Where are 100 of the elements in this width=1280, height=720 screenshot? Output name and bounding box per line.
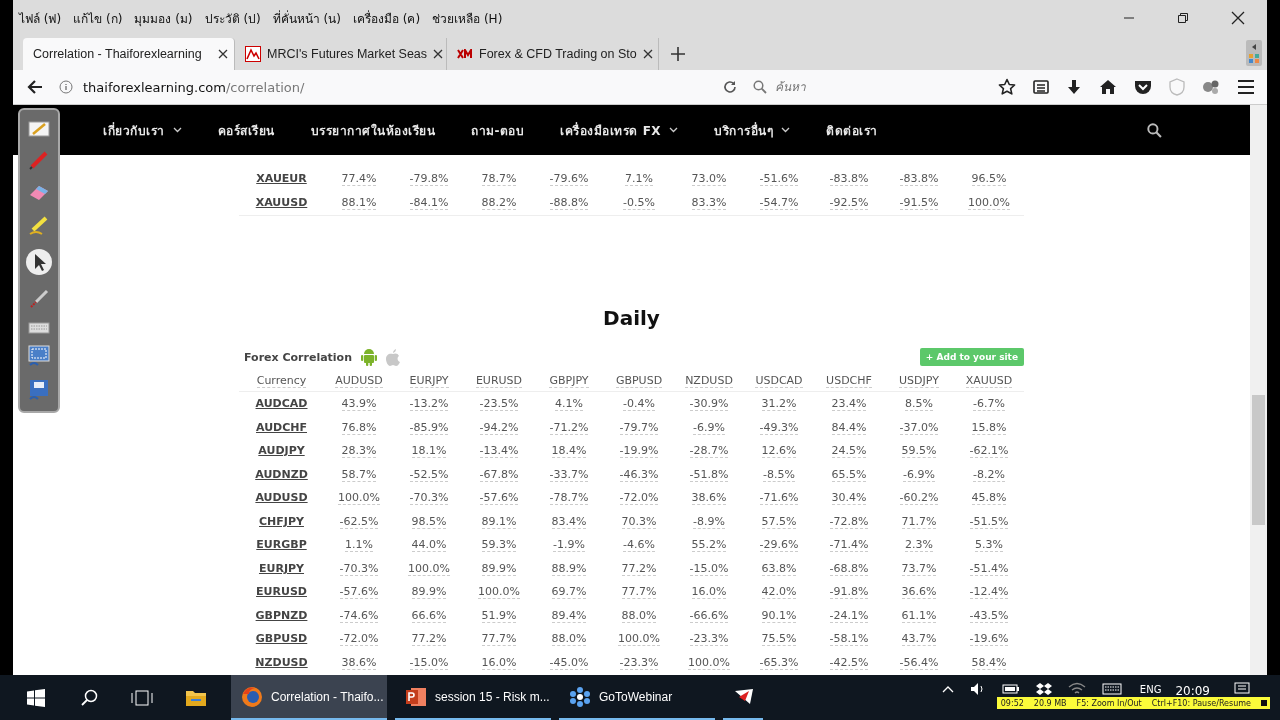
keyboard-icon[interactable] — [28, 321, 50, 334]
currency-pair-link[interactable]: GBPNZD — [255, 608, 308, 622]
menu-icon[interactable] — [1237, 79, 1255, 95]
currency-pair-link[interactable]: AUDCAD — [255, 397, 308, 411]
currency-pair-link[interactable]: XAUEUR — [256, 171, 307, 185]
correlation-value: 12.6% — [761, 444, 797, 459]
scrollbar-thumb[interactable] — [1252, 395, 1265, 525]
correlation-value: -6.9% — [693, 420, 725, 435]
correlation-value: -52.5% — [409, 467, 449, 482]
correlation-value: 18.4% — [551, 444, 587, 459]
correlation-value: -19.6% — [969, 632, 1009, 647]
nav-link[interactable]: ติดต่อเรา — [826, 120, 878, 140]
folder-icon[interactable] — [185, 688, 207, 707]
windows-icon[interactable] — [27, 688, 45, 707]
pocket-icon[interactable] — [1134, 79, 1152, 95]
url-field[interactable]: thaiforexlearning.com/correlation/ — [83, 79, 723, 95]
currency-pair-link[interactable]: GBPUSD — [255, 632, 308, 646]
battery-icon[interactable] — [1001, 683, 1020, 695]
sidebar-icon[interactable] — [1246, 40, 1262, 66]
speaker-icon[interactable] — [969, 682, 986, 696]
correlation-value: 88.0% — [621, 608, 657, 623]
correlation-value: 5.3% — [975, 538, 1003, 553]
home-icon[interactable] — [1099, 79, 1117, 95]
menu-item[interactable]: ช่วยเหลือ (H) — [432, 8, 503, 28]
notification-icon[interactable] — [1234, 682, 1250, 696]
reload-icon[interactable] — [723, 80, 737, 94]
back-icon[interactable] — [27, 80, 43, 94]
clock[interactable]: 20:09 — [1175, 683, 1210, 698]
correlation-value: -72.8% — [829, 514, 869, 529]
task-view-icon[interactable] — [131, 689, 153, 706]
recorder-status-text: 20.9 MB — [1033, 698, 1067, 708]
paper-plane-icon[interactable] — [733, 687, 755, 706]
star-icon[interactable] — [998, 78, 1016, 96]
correlation-value: -83.8% — [829, 171, 869, 186]
correlation-value: 100.0% — [478, 585, 520, 600]
menu-item[interactable]: ไฟล์ (ฟ) — [19, 8, 62, 28]
currency-pair-link[interactable]: AUDUSD — [255, 491, 308, 505]
menu-item[interactable]: ประวัติ (ป) — [204, 8, 261, 28]
currency-pair-link[interactable]: EURUSD — [256, 585, 307, 599]
nav-link[interactable]: บรรยากาศในห้องเรียน — [310, 120, 435, 140]
column-header: NZDUSD — [685, 374, 733, 388]
correlation-value: 43.9% — [341, 397, 377, 412]
language-indicator[interactable]: ENG — [1139, 683, 1162, 695]
nav-link[interactable]: คอร์สเรียน — [217, 120, 275, 140]
taskbar-app[interactable]: session 15 - Risk m... — [395, 675, 551, 720]
correlation-value: 43.7% — [901, 632, 937, 647]
nav-link[interactable]: บริการอื่นๆ — [714, 120, 791, 140]
search-icon[interactable] — [81, 688, 99, 707]
currency-pair-link[interactable]: AUDNZD — [255, 467, 308, 481]
list-icon[interactable] — [1033, 79, 1049, 95]
info-icon[interactable] — [59, 80, 73, 94]
nav-link[interactable]: เกี่ยวกับเรา — [103, 120, 182, 140]
correlation-value: 96.5% — [971, 171, 1007, 186]
browser-tab[interactable]: Correlation - Thaiforexlearning — [23, 38, 235, 70]
search-icon[interactable] — [1147, 122, 1162, 138]
close-icon[interactable] — [642, 49, 653, 59]
section-title: Daily — [603, 305, 660, 332]
close-icon[interactable] — [1231, 11, 1245, 25]
scrollbar[interactable] — [1250, 105, 1267, 675]
pointer-icon[interactable] — [25, 248, 53, 277]
correlation-value: -15.0% — [409, 655, 449, 670]
currency-pair-link[interactable]: XAUUSD — [255, 195, 308, 209]
correlation-value: -62.1% — [969, 444, 1009, 459]
new-tab-icon[interactable] — [671, 47, 685, 61]
column-header: Currency — [256, 374, 307, 388]
correlation-value: 16.0% — [691, 585, 727, 600]
correlation-value: -70.3% — [409, 491, 449, 506]
restore-icon[interactable] — [1177, 12, 1189, 24]
save-icon[interactable] — [27, 379, 51, 402]
screen-capture-icon[interactable] — [27, 345, 51, 368]
correlation-value: 100.0% — [408, 561, 450, 576]
correlation-value: -72.0% — [339, 632, 379, 647]
correlation-value: 77.7% — [621, 585, 657, 600]
taskbar-app[interactable]: GoToWebinar — [559, 675, 715, 720]
currency-pair-link[interactable]: EURGBP — [256, 538, 307, 552]
menu-item[interactable]: มุมมอง (ม) — [134, 8, 193, 28]
currency-pair-link[interactable]: AUDJPY — [258, 444, 305, 458]
dropbox-icon[interactable] — [1035, 682, 1052, 696]
search-field[interactable]: ค้นหา — [773, 79, 947, 95]
close-icon[interactable] — [218, 49, 228, 59]
menu-item[interactable]: ที่คั่นหน้า (น) — [272, 8, 341, 28]
close-icon[interactable] — [433, 49, 444, 59]
currency-pair-link[interactable]: CHFJPY — [259, 514, 304, 528]
highlighter-icon[interactable] — [28, 214, 50, 237]
menu-item[interactable]: แก้ไข (ก) — [73, 8, 123, 28]
chevron-up-icon[interactable] — [941, 685, 954, 693]
download-icon[interactable] — [1066, 79, 1082, 95]
correlation-value: 71.7% — [901, 514, 937, 529]
currency-pair-link[interactable]: EURJPY — [258, 561, 304, 575]
extension-icon[interactable] — [1202, 79, 1220, 95]
correlation-value: -71.4% — [829, 538, 869, 553]
correlation-value: 89.1% — [481, 514, 517, 529]
currency-pair-link[interactable]: AUDCHF — [256, 420, 307, 434]
nav-link[interactable]: ถาม-ตอบ — [471, 120, 525, 140]
nav-link[interactable]: เครื่องมือเทรด FX — [560, 120, 679, 140]
wifi-icon[interactable] — [1067, 682, 1086, 696]
whiteboard-icon[interactable] — [28, 119, 50, 138]
taskbar-app[interactable]: Correlation - Thaifo... — [231, 675, 387, 720]
menu-item[interactable]: เครื่องมือ (ค) — [352, 8, 421, 28]
currency-pair-link[interactable]: NZDUSD — [255, 655, 308, 669]
